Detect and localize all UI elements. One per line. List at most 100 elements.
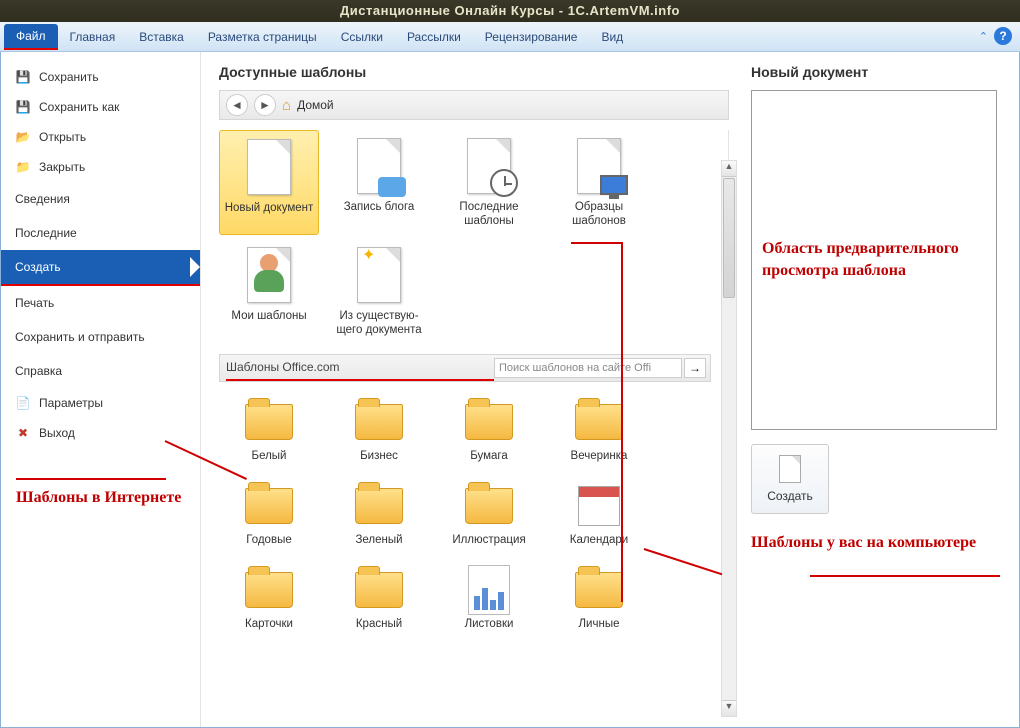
ribbon-tabs: Файл Главная Вставка Разметка страницы С…	[0, 22, 1020, 52]
folder-label: Карточки	[221, 618, 317, 630]
template-label: Последние шаблоны	[441, 200, 537, 229]
tab-layout[interactable]: Разметка страницы	[196, 25, 329, 49]
blog-icon	[357, 138, 401, 194]
folder-label: Бизнес	[331, 450, 427, 462]
folder-label: Белый	[221, 450, 317, 462]
sidebar-item-saveas[interactable]: 💾 Сохранить как	[1, 92, 200, 122]
create-label: Создать	[767, 489, 813, 503]
template-samples[interactable]: Образцы шаблонов	[549, 130, 649, 235]
sidebar-item-print[interactable]: Печать	[1, 286, 200, 320]
folder-label: Годовые	[221, 534, 317, 546]
folder-calendars[interactable]: Календари	[549, 476, 649, 550]
preview-panel: Новый документ Область предварительного …	[739, 52, 1019, 727]
template-label: Мои шаблоны	[221, 309, 317, 323]
office-templates-bar: Шаблоны Office.com Поиск шаблонов на сай…	[219, 354, 711, 382]
help-icon[interactable]: ?	[994, 27, 1012, 45]
folder-business[interactable]: Бизнес	[329, 392, 429, 466]
folder-icon	[355, 404, 403, 440]
folder-white[interactable]: Белый	[219, 392, 319, 466]
folder-cards[interactable]: Карточки	[219, 560, 319, 634]
folder-label: Календари	[551, 534, 647, 546]
folder-personal[interactable]: Личные	[549, 560, 649, 634]
template-blog[interactable]: Запись блога	[329, 130, 429, 235]
leaflet-icon	[468, 565, 510, 615]
local-templates-grid: Новый документ Запись блога Последние ша…	[219, 130, 729, 344]
folder-icon	[465, 404, 513, 440]
folder-label: Иллюстрация	[441, 534, 537, 546]
sidebar-item-recent[interactable]: Последние	[1, 216, 200, 250]
nav-forward-button[interactable]: ►	[254, 94, 276, 116]
sidebar-label: Сохранить как	[39, 100, 119, 114]
template-search-input[interactable]: Поиск шаблонов на сайте Offi	[494, 358, 682, 378]
window-titlebar: Дистанционные Онлайн Курсы - 1C.ArtemVM.…	[0, 0, 1020, 22]
scroll-up-button[interactable]: ▲	[722, 161, 736, 177]
options-icon: 📄	[15, 395, 31, 411]
folder-paper[interactable]: Бумага	[439, 392, 539, 466]
sidebar-item-new[interactable]: Создать	[1, 250, 200, 286]
scroll-down-button[interactable]: ▼	[722, 700, 736, 716]
main-panel: Доступные шаблоны ◄ ► ⌂ Домой Новый доку…	[201, 52, 739, 727]
calendar-icon	[578, 486, 620, 526]
folder-icon	[575, 404, 623, 440]
backstage-sidebar: 💾 Сохранить 💾 Сохранить как 📂 Открыть 📁 …	[1, 52, 201, 727]
template-my[interactable]: Мои шаблоны	[219, 239, 319, 344]
tab-home[interactable]: Главная	[58, 25, 128, 49]
template-label: Из существую­щего документа	[331, 309, 427, 338]
home-icon[interactable]: ⌂	[282, 97, 291, 114]
sidebar-item-close[interactable]: 📁 Закрыть	[1, 152, 200, 182]
template-label: Образцы шаблонов	[551, 200, 647, 229]
tab-review[interactable]: Рецензирование	[473, 25, 590, 49]
office-templates-heading: Шаблоны Office.com	[226, 355, 494, 381]
folder-illustration[interactable]: Иллюстрация	[439, 476, 539, 550]
template-recent[interactable]: Последние шаблоны	[439, 130, 539, 235]
tab-references[interactable]: Ссылки	[329, 25, 395, 49]
document-icon	[779, 455, 801, 483]
from-existing-icon: ✦	[357, 247, 401, 303]
folder-yearly[interactable]: Годовые	[219, 476, 319, 550]
sidebar-item-open[interactable]: 📂 Открыть	[1, 122, 200, 152]
tab-file[interactable]: Файл	[4, 24, 58, 50]
sidebar-item-save[interactable]: 💾 Сохранить	[1, 62, 200, 92]
tab-view[interactable]: Вид	[589, 25, 635, 49]
sidebar-label: Выход	[39, 426, 75, 440]
folder-icon	[575, 572, 623, 608]
scroll-thumb[interactable]	[723, 178, 735, 298]
save-icon: 💾	[15, 69, 31, 85]
vertical-scrollbar[interactable]: ▲ ▼	[721, 160, 737, 717]
tab-mailings[interactable]: Рассылки	[395, 25, 473, 49]
template-nav-bar: ◄ ► ⌂ Домой	[219, 90, 729, 120]
open-folder-icon: 📂	[15, 129, 31, 145]
nav-back-button[interactable]: ◄	[226, 94, 248, 116]
saveas-icon: 💾	[15, 99, 31, 115]
folder-leaflets[interactable]: Листовки	[439, 560, 539, 634]
template-from-existing[interactable]: ✦ Из существую­щего документа	[329, 239, 429, 344]
folder-icon	[245, 572, 293, 608]
sidebar-label: Сохранить	[39, 70, 99, 84]
folder-icon	[355, 572, 403, 608]
template-label: Новый документ	[222, 201, 316, 215]
breadcrumb[interactable]: Домой	[297, 98, 334, 112]
folder-label: Красный	[331, 618, 427, 630]
template-new-doc[interactable]: Новый документ	[219, 130, 319, 235]
folder-party[interactable]: Вечеринка	[549, 392, 649, 466]
sidebar-label: Параметры	[39, 396, 103, 410]
folder-green[interactable]: Зеленый	[329, 476, 429, 550]
folder-label: Листовки	[441, 618, 537, 630]
sidebar-item-send[interactable]: Сохранить и отправить	[1, 320, 200, 354]
minimize-ribbon-icon[interactable]: ⌃	[979, 30, 988, 43]
folder-label: Вечеринка	[551, 450, 647, 462]
close-folder-icon: 📁	[15, 159, 31, 175]
folder-icon	[465, 488, 513, 524]
create-button[interactable]: Создать	[751, 444, 829, 514]
my-templates-icon	[247, 247, 291, 303]
folder-icon	[245, 404, 293, 440]
sidebar-item-help[interactable]: Справка	[1, 354, 200, 388]
folder-red[interactable]: Красный	[329, 560, 429, 634]
search-go-button[interactable]: →	[684, 358, 706, 378]
online-templates-grid: Белый Бизнес Бумага Вечеринка Годовые Зе…	[219, 392, 729, 634]
sidebar-label: Закрыть	[39, 160, 85, 174]
sidebar-item-options[interactable]: 📄 Параметры	[1, 388, 200, 418]
sidebar-item-exit[interactable]: ✖ Выход	[1, 418, 200, 448]
sidebar-item-info[interactable]: Сведения	[1, 182, 200, 216]
tab-insert[interactable]: Вставка	[127, 25, 196, 49]
